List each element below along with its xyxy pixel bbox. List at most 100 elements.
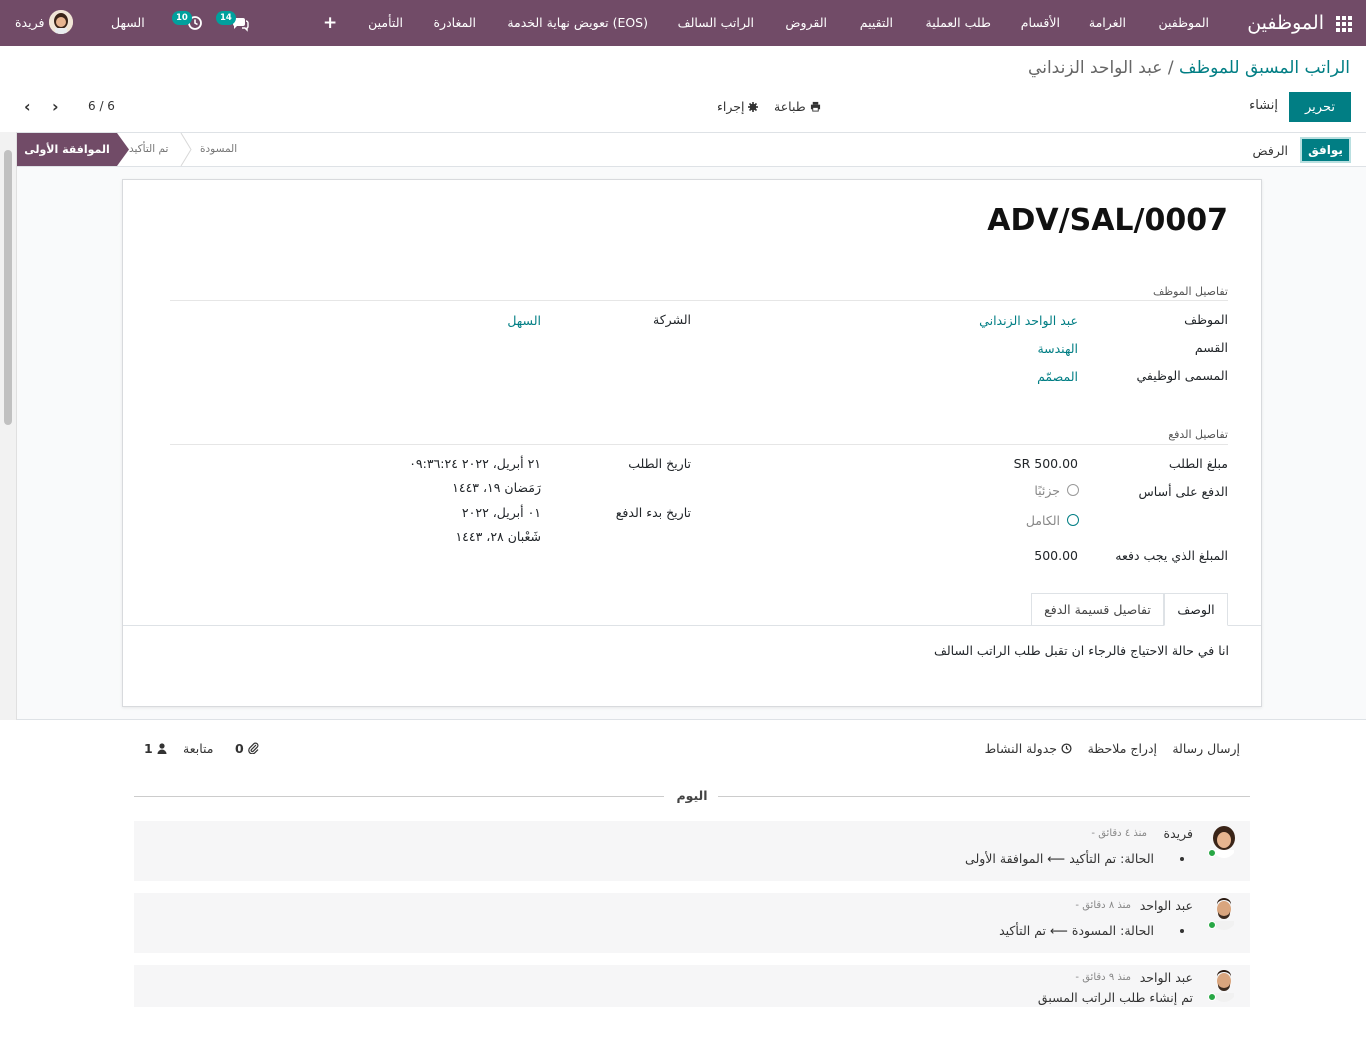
attachments-count: 0 xyxy=(235,741,244,756)
day-divider xyxy=(718,796,1250,797)
message-author[interactable]: عبد الواحد xyxy=(1140,970,1193,985)
radio-partial-label[interactable]: جزئيًا xyxy=(1034,483,1060,498)
app-brand[interactable]: الموظفين xyxy=(1247,0,1324,46)
department-label: القسم xyxy=(1194,340,1228,355)
quick-create-icon[interactable]: + xyxy=(323,0,337,46)
chevron-left-icon[interactable]: ‹ xyxy=(24,97,31,116)
approve-button[interactable]: يوافق xyxy=(1300,137,1351,163)
message-body: تم إنشاء طلب الراتب المسبق xyxy=(1037,990,1193,1005)
online-status-icon xyxy=(1208,993,1216,1001)
tracking-change: الحالة: تم التأكيد ⟵ الموافقة الأولى xyxy=(965,851,1154,866)
log-note-button[interactable]: إدراج ملاحظة xyxy=(1088,741,1157,756)
breadcrumb: الراتب المسبق للموظف / عبد الواحد الزندا… xyxy=(1028,58,1350,78)
message-time: - منذ ٩ دقائق xyxy=(1075,972,1131,983)
arrow-left-icon: ⟵ xyxy=(1047,851,1066,866)
reject-button[interactable]: الرفض xyxy=(1253,143,1288,158)
start-date-hijri: شَعْبان ٢٨، ١٤٤٣ xyxy=(455,529,541,544)
stage-draft[interactable]: المسودة xyxy=(200,133,237,166)
edit-button[interactable]: تحرير xyxy=(1289,92,1351,122)
department-value[interactable]: الهندسة xyxy=(1037,341,1078,356)
tab-description[interactable]: الوصف xyxy=(1164,593,1228,626)
user-name[interactable]: فريدة xyxy=(15,0,44,46)
request-date-hijri: رَمَضان ١٩، ١٤٤٣ xyxy=(452,480,541,495)
menu-employees[interactable]: الموظفين xyxy=(1158,0,1209,46)
breadcrumb-separator: / xyxy=(1167,58,1174,78)
arrow-left-icon: ⟵ xyxy=(1049,923,1068,938)
radio-full[interactable] xyxy=(1067,514,1079,526)
apps-grid-icon[interactable] xyxy=(1336,16,1352,32)
bullet xyxy=(1180,857,1184,861)
attachments-button[interactable]: 0 xyxy=(235,741,259,757)
company-switcher[interactable]: السهل xyxy=(111,0,145,46)
tracking-field: الحالة: xyxy=(1120,923,1154,938)
company-label: الشركة xyxy=(653,312,691,327)
breadcrumb-parent[interactable]: الراتب المسبق للموظف xyxy=(1179,58,1350,78)
menu-leave[interactable]: المغادرة xyxy=(434,0,477,46)
tracking-old-value: تم التأكيد xyxy=(1069,851,1117,866)
top-navbar: الموظفين الموظفين الغرامة الأقسام طلب ال… xyxy=(0,0,1366,46)
employee-section-title: تفاصيل الموظف xyxy=(1152,285,1228,298)
follow-button[interactable]: متابعة xyxy=(183,741,214,756)
record-reference: ADV/SAL/0007 xyxy=(987,203,1228,238)
stage-arrow xyxy=(117,133,129,166)
menu-departments[interactable]: الأقسام xyxy=(1021,0,1060,46)
request-date-value: ٢١ أبريل، ٢٠٢٢ ٠٩:٣٦:٢٤ xyxy=(409,456,541,471)
job-title-value[interactable]: المصمّم xyxy=(1037,369,1078,384)
paperclip-icon xyxy=(248,742,259,757)
menu-loans[interactable]: القروض xyxy=(785,0,827,46)
tracking-new-value: الموافقة الأولى xyxy=(965,851,1044,866)
pager-value[interactable]: 6 / 6 xyxy=(88,99,115,113)
amount-label: مبلغ الطلب xyxy=(1168,456,1228,471)
menu-insurance[interactable]: التأمين xyxy=(368,0,403,46)
message-author[interactable]: عبد الواحد xyxy=(1140,898,1193,913)
radio-full-label[interactable]: الكامل xyxy=(1026,513,1060,528)
menu-penalty[interactable]: الغرامة xyxy=(1089,0,1126,46)
stage-first-approval[interactable]: الموافقة الأولى xyxy=(17,133,117,166)
payment-basis-label: الدفع على أساس xyxy=(1138,484,1228,499)
print-button[interactable]: طباعة xyxy=(774,99,821,115)
schedule-activity-label: جدولة النشاط xyxy=(984,741,1058,756)
gear-icon xyxy=(748,100,759,115)
breadcrumb-current: عبد الواحد الزنداني xyxy=(1028,58,1163,78)
send-message-button[interactable]: إرسال رسالة xyxy=(1172,741,1240,756)
chevron-right-icon[interactable]: › xyxy=(52,97,59,116)
message-author[interactable]: فريدة xyxy=(1164,826,1193,841)
message-time: - منذ ٨ دقائق xyxy=(1075,900,1131,911)
menu-appraisal[interactable]: التقييم xyxy=(860,0,893,46)
bullet xyxy=(1180,929,1184,933)
divider xyxy=(170,444,1228,445)
message-time: - منذ ٤ دقائق xyxy=(1091,828,1147,839)
radio-partial[interactable] xyxy=(1067,484,1079,496)
company-value[interactable]: السهل xyxy=(507,313,541,328)
online-status-icon xyxy=(1208,921,1216,929)
tabs-divider xyxy=(123,625,1261,626)
employee-value[interactable]: عبد الواحد الزنداني xyxy=(979,313,1078,328)
stage-confirmed[interactable]: تم التأكيد xyxy=(129,133,168,166)
form-sheet xyxy=(122,179,1262,707)
tracking-field: الحالة: xyxy=(1120,851,1154,866)
user-icon xyxy=(157,742,167,757)
menu-eos[interactable]: تعويض نهاية الخدمة (EOS) xyxy=(507,0,648,46)
menu-operation-request[interactable]: طلب العملية xyxy=(926,0,992,46)
schedule-activity-button[interactable]: جدولة النشاط xyxy=(985,741,1072,757)
day-label: اليوم xyxy=(676,788,708,803)
followers-count: 1 xyxy=(144,741,153,756)
description-text: انا في حالة الاحتياج فالرجاء ان تقبل طلب… xyxy=(933,643,1229,658)
scrollbar-thumb[interactable] xyxy=(4,150,12,425)
job-title-label: المسمى الوظيفي xyxy=(1136,368,1228,383)
day-divider xyxy=(134,796,664,797)
request-date-label: تاريخ الطلب xyxy=(628,456,691,471)
user-avatar[interactable] xyxy=(49,10,73,34)
create-button[interactable]: إنشاء xyxy=(1249,98,1278,113)
followers-button[interactable]: 1 xyxy=(144,741,167,757)
action-button[interactable]: إجراء xyxy=(717,99,759,115)
amount-value: SR 500.00 xyxy=(1013,456,1078,471)
print-label: طباعة xyxy=(774,99,806,114)
tracking-new-value: تم التأكيد xyxy=(999,923,1046,938)
menu-salary-advance[interactable]: الراتب السالف xyxy=(678,0,754,46)
amount-due-value: 500.00 xyxy=(1034,548,1078,563)
messages-badge: 14 xyxy=(216,11,236,25)
tracking-old-value: المسودة xyxy=(1071,923,1117,938)
payment-section-title: تفاصيل الدفع xyxy=(1168,428,1228,441)
tab-payslip-details[interactable]: تفاصيل قسيمة الدفع xyxy=(1031,593,1164,625)
